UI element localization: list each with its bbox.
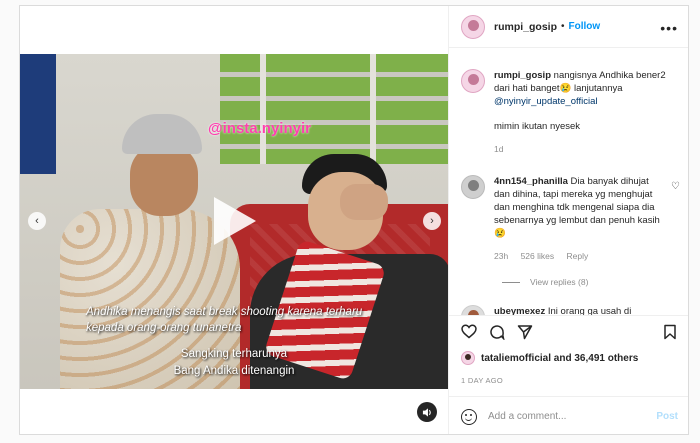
comment-item: ubeymexez Ini orang ga usah di	[461, 305, 681, 315]
sound-icon[interactable]	[417, 402, 437, 422]
post-header: rumpi_gosip • Follow •••	[449, 6, 688, 48]
likes-count[interactable]: and 36,491 others	[551, 353, 639, 364]
author-username[interactable]: rumpi_gosip	[494, 21, 557, 33]
likes-summary: tataliemofficial and 36,491 others	[461, 351, 638, 365]
share-icon[interactable]	[517, 324, 533, 344]
comment-time: 23h	[494, 251, 509, 261]
video-player[interactable]: @insta.nyinyir Andhika menangis saat bre…	[20, 54, 448, 389]
next-icon[interactable]: ›	[423, 212, 441, 230]
heart-icon[interactable]	[461, 324, 477, 343]
caption-username[interactable]: rumpi_gosip	[494, 70, 551, 81]
comment-username[interactable]: ubeymexez	[494, 306, 545, 315]
video-watermark: @insta.nyinyir	[208, 120, 311, 137]
post-time: 1 DAY AGO	[461, 376, 504, 385]
comments-list[interactable]: rumpi_gosip nangisnya Andhika bener2 dar…	[449, 49, 688, 315]
liker-avatar[interactable]	[461, 351, 475, 365]
comment-avatar[interactable]	[461, 175, 485, 199]
previous-icon[interactable]: ‹	[28, 212, 46, 230]
caption-extra: mimin ikutan nyesek	[494, 121, 581, 132]
action-bar	[449, 315, 688, 345]
video-subtitle-top: Andhika menangis saat break shooting kar…	[86, 306, 363, 334]
add-comment-bar: Post	[449, 396, 688, 434]
comment-like-icon[interactable]: ♡	[671, 181, 680, 192]
play-icon[interactable]	[214, 197, 256, 245]
emoji-icon[interactable]	[461, 408, 477, 425]
save-icon[interactable]	[663, 324, 677, 344]
more-icon[interactable]: •••	[660, 20, 678, 36]
comment-avatar[interactable]	[461, 305, 485, 315]
caption-comment: rumpi_gosip nangisnya Andhika bener2 dar…	[461, 69, 681, 156]
comment-username[interactable]: 4nn154_phanilla	[494, 176, 568, 187]
comment-text: Ini orang ga usah di	[545, 306, 632, 315]
follow-button[interactable]: Follow	[569, 21, 601, 32]
caption-mention[interactable]: @nyinyir_update_official	[494, 96, 597, 107]
details-panel: rumpi_gosip • Follow ••• rumpi_gosip nan…	[448, 6, 688, 434]
post-button[interactable]: Post	[656, 411, 678, 422]
caption-time: 1d	[494, 144, 504, 154]
author-avatar[interactable]	[461, 14, 485, 39]
comment-item: 4nn154_phanilla Dia banyak dihujat dan d…	[461, 175, 681, 263]
liker-username[interactable]: tataliemofficial	[481, 353, 551, 364]
comment-icon[interactable]	[489, 324, 505, 344]
background-window	[220, 54, 448, 164]
comment-likes[interactable]: 526 likes	[521, 251, 555, 261]
reply-button[interactable]: Reply	[567, 251, 589, 261]
media-panel: @insta.nyinyir Andhika menangis saat bre…	[20, 6, 448, 434]
separator-dot: •	[561, 21, 565, 32]
caption-avatar[interactable]	[461, 69, 485, 93]
view-replies-button[interactable]: View replies (8)	[502, 277, 588, 287]
post-dialog: @insta.nyinyir Andhika menangis saat bre…	[19, 5, 689, 435]
video-subtitle-bottom: Sangking terharunya Bang Andika ditenang…	[173, 348, 295, 377]
comment-input[interactable]	[488, 411, 648, 422]
